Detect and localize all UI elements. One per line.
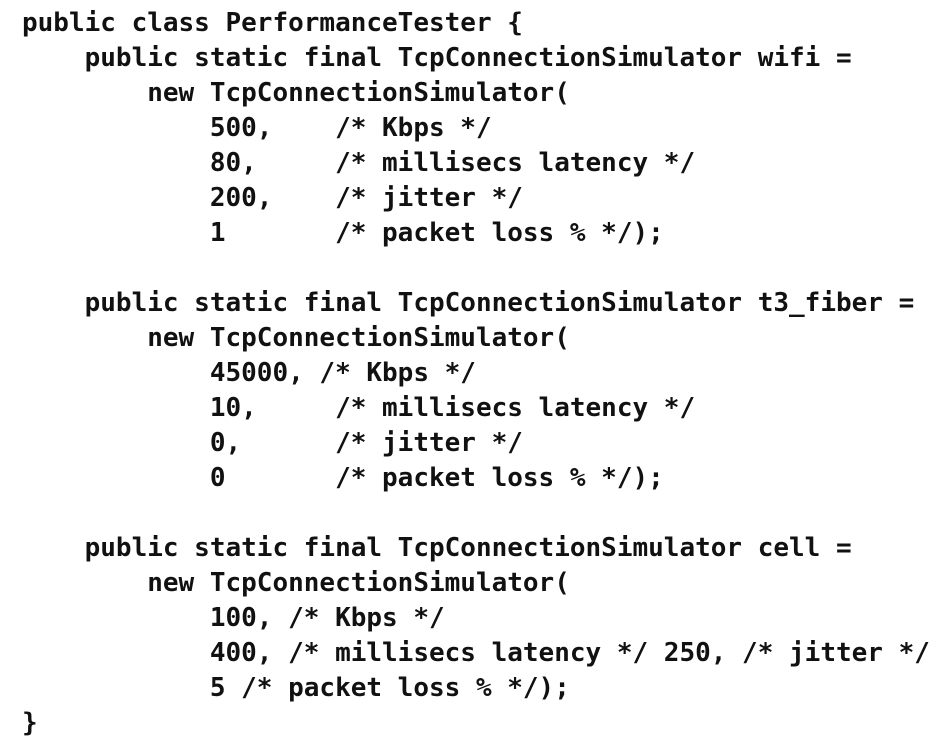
code-line-text: 0, /* jitter */ (22, 428, 523, 458)
code-line: 0 /* packet loss % */); (22, 461, 664, 495)
code-line-text: } (22, 708, 38, 738)
code-line: 400, /* millisecs latency */ 250, /* jit… (22, 636, 930, 670)
code-line-text: 45000, /* Kbps */ (22, 358, 476, 388)
code-line: 5 /* packet loss % */); (22, 671, 570, 705)
code-line-text: 500, /* Kbps */ (22, 113, 492, 143)
code-line: new TcpConnectionSimulator( (22, 76, 570, 110)
code-line-text: 0 /* packet loss % */); (22, 463, 664, 493)
code-line-text: public static final TcpConnectionSimulat… (22, 43, 852, 73)
code-line-text: new TcpConnectionSimulator( (22, 323, 570, 353)
code-line: 0, /* jitter */ (22, 426, 523, 460)
code-line-text: public class PerformanceTester { (22, 8, 523, 38)
code-line-text: 100, /* Kbps */ (22, 603, 445, 633)
code-line-text: 200, /* jitter */ (22, 183, 523, 213)
code-line: public static final TcpConnectionSimulat… (22, 286, 915, 320)
code-line: public class PerformanceTester { (22, 6, 523, 40)
code-line-text: 10, /* millisecs latency */ (22, 393, 696, 423)
code-line: new TcpConnectionSimulator( (22, 566, 570, 600)
code-line-text: public static final TcpConnectionSimulat… (22, 288, 915, 318)
code-line: 80, /* millisecs latency */ (22, 146, 695, 180)
code-line: } (22, 706, 38, 740)
code-line: 1 /* packet loss % */); (22, 216, 664, 250)
code-line-text: public static final TcpConnectionSimulat… (22, 533, 852, 563)
code-line: public static final TcpConnectionSimulat… (22, 41, 852, 75)
code-line-text: 400, /* millisecs latency */ 250, /* jit… (22, 638, 930, 668)
code-line-text: 80, /* millisecs latency */ (22, 148, 696, 178)
code-line-text: new TcpConnectionSimulator( (22, 568, 570, 598)
code-line: 10, /* millisecs latency */ (22, 391, 695, 425)
code-line: 45000, /* Kbps */ (22, 356, 476, 390)
code-line-text: 5 /* packet loss % */); (22, 673, 570, 703)
code-line: public static final TcpConnectionSimulat… (22, 531, 852, 565)
code-line: 500, /* Kbps */ (22, 111, 492, 145)
code-line: new TcpConnectionSimulator( (22, 321, 570, 355)
code-line-text: new TcpConnectionSimulator( (22, 78, 570, 108)
code-listing: public class PerformanceTester { public … (22, 6, 930, 738)
code-line: 200, /* jitter */ (22, 181, 523, 215)
code-line: 100, /* Kbps */ (22, 601, 445, 635)
code-line-text: 1 /* packet loss % */); (22, 218, 664, 248)
